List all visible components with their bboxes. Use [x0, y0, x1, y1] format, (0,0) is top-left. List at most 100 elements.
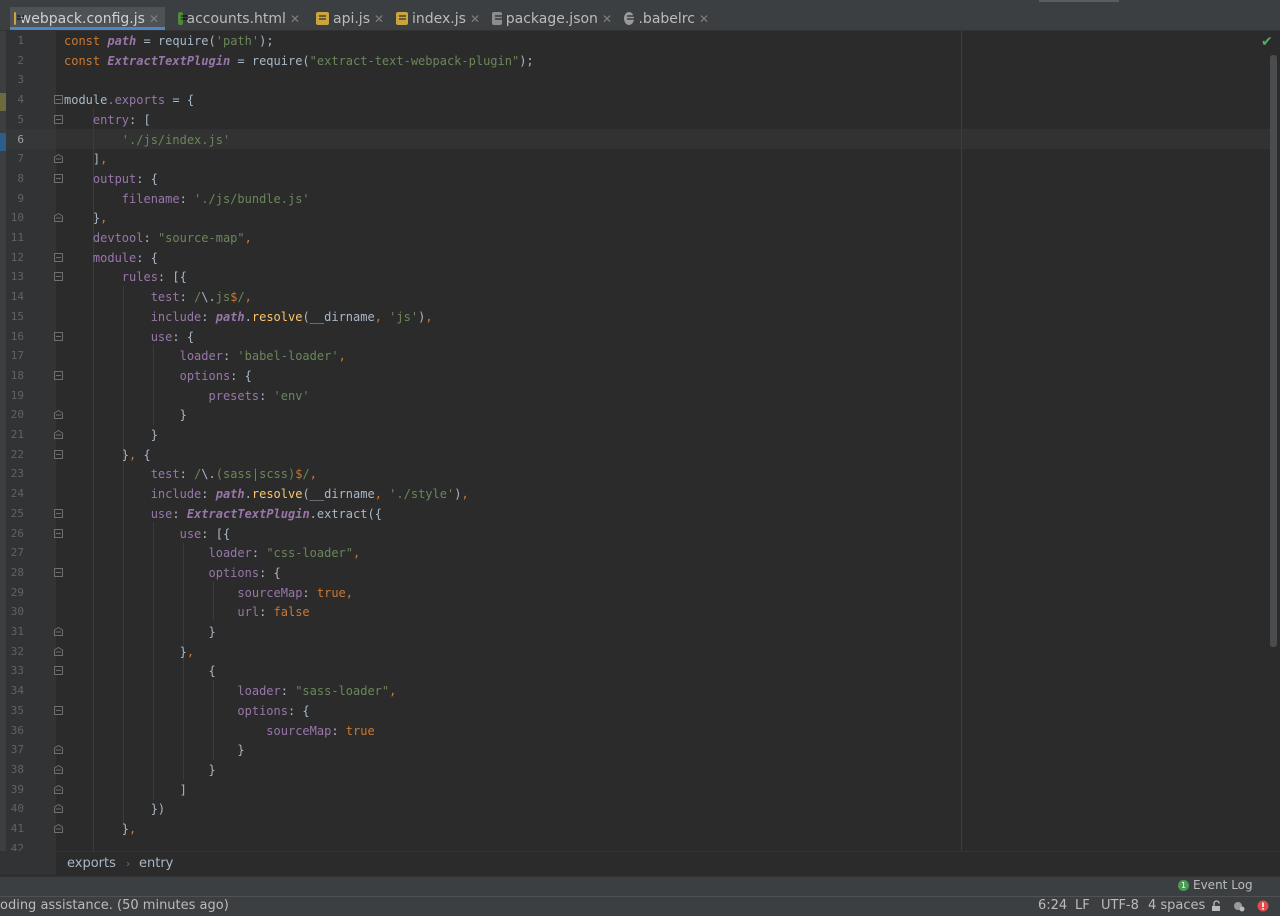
fold-open-icon[interactable]	[54, 370, 63, 380]
tab-babelrc[interactable]: .babelrc ✕	[620, 7, 715, 30]
code-line[interactable]: 18 options: {	[0, 366, 1270, 386]
code-line[interactable]: 41 },	[0, 819, 1270, 839]
fold-open-icon[interactable]	[54, 173, 63, 183]
code-line[interactable]: 8 output: {	[0, 169, 1270, 189]
fold-open-icon[interactable]	[54, 508, 63, 518]
code-text: },	[64, 644, 195, 659]
fold-open-icon[interactable]	[54, 114, 63, 124]
line-number: 6	[17, 132, 24, 146]
breadcrumb-item-entry[interactable]: entry	[139, 852, 173, 876]
code-line[interactable]: 37 }	[0, 740, 1270, 760]
code-line[interactable]: 2 const ExtractTextPlugin = require("extr…	[0, 51, 1270, 71]
code-line[interactable]: 15 include: path.resolve(__dirname, 'js'…	[0, 307, 1270, 327]
code-line[interactable]: 13 rules: [{	[0, 267, 1270, 287]
code-line[interactable]: 38 }	[0, 760, 1270, 780]
tab-webpack-config[interactable]: webpack.config.js ✕	[10, 7, 165, 30]
code-line[interactable]: 39 ]	[0, 780, 1270, 800]
chevron-right-icon: ›	[126, 857, 131, 870]
fold-end-icon[interactable]	[54, 154, 63, 164]
code-line[interactable]: 33 {	[0, 661, 1270, 681]
fold-end-icon[interactable]	[54, 784, 63, 794]
code-line[interactable]: 35 options: {	[0, 701, 1270, 721]
fold-open-icon[interactable]	[54, 666, 63, 676]
fold-end-icon[interactable]	[54, 764, 63, 774]
fold-end-icon[interactable]	[54, 824, 63, 833]
close-icon[interactable]: ✕	[602, 12, 612, 26]
code-line[interactable]: 29 sourceMap: true,	[0, 583, 1270, 603]
code-line[interactable]: 21 }	[0, 425, 1270, 445]
code-line[interactable]: 12 module: {	[0, 248, 1270, 268]
indent-setting[interactable]: 4 spaces	[1148, 898, 1205, 913]
tab-index-js[interactable]: index.js ✕	[392, 7, 486, 30]
close-icon[interactable]: ✕	[699, 12, 709, 26]
fold-end-icon[interactable]	[54, 646, 63, 656]
fold-open-icon[interactable]	[54, 567, 63, 577]
line-number: 11	[10, 231, 24, 244]
unlock-icon[interactable]	[1211, 900, 1223, 912]
fold-end-icon[interactable]	[54, 804, 63, 814]
code-line[interactable]: 32 },	[0, 642, 1270, 662]
fold-open-icon[interactable]	[54, 252, 63, 262]
code-line[interactable]: 27 loader: "css-loader",	[0, 543, 1270, 563]
code-line[interactable]: 34 loader: "sass-loader",	[0, 681, 1270, 701]
caret-position[interactable]: 6:24	[1038, 898, 1067, 913]
fold-end-icon[interactable]	[54, 430, 63, 439]
code-line[interactable]: 28 options: {	[0, 563, 1270, 583]
error-icon[interactable]	[1257, 900, 1269, 912]
code-line[interactable]: 11 devtool: "source-map",	[0, 228, 1270, 248]
fold-open-icon[interactable]	[54, 528, 63, 538]
code-line[interactable]: 3	[0, 70, 1270, 90]
event-log-button[interactable]: 1 Event Log	[1178, 878, 1253, 892]
breadcrumb-gutter	[0, 851, 56, 875]
code-line[interactable]: 19 presets: 'env'	[0, 386, 1270, 406]
line-number: 31	[10, 625, 24, 638]
code-line[interactable]: 1 const path = require('path');	[0, 31, 1270, 51]
code-line[interactable]: 22 }, {	[0, 445, 1270, 465]
fold-end-icon[interactable]	[54, 213, 63, 223]
vertical-scrollbar[interactable]	[1270, 55, 1277, 647]
fold-end-icon[interactable]	[54, 410, 63, 420]
line-number: 19	[10, 388, 24, 402]
code-line[interactable]: 26 use: [{	[0, 524, 1270, 544]
fold-open-icon[interactable]	[54, 449, 63, 459]
fold-end-icon[interactable]	[54, 745, 63, 755]
code-line[interactable]: 20 }	[0, 405, 1270, 425]
code-line[interactable]: 7 ],	[0, 149, 1270, 169]
code-text: {	[64, 664, 216, 679]
tab-accounts-html[interactable]: accounts.html ✕	[174, 7, 306, 30]
close-icon[interactable]: ✕	[470, 12, 480, 26]
fold-open-icon[interactable]	[54, 95, 63, 105]
fold-end-icon[interactable]	[54, 627, 63, 636]
code-line[interactable]: 25 use: ExtractTextPlugin.extract({	[0, 504, 1270, 524]
line-number: 20	[10, 408, 24, 422]
line-number: 23	[10, 467, 24, 481]
line-number: 33	[10, 664, 24, 678]
close-icon[interactable]: ✕	[290, 12, 300, 26]
code-line[interactable]: 6 './js/index.js'	[0, 130, 1270, 150]
code-line[interactable]: 30 url: false	[0, 602, 1270, 622]
code-line[interactable]: 4 module.exports = {	[0, 90, 1270, 110]
tab-package-json[interactable]: package.json ✕	[488, 7, 618, 30]
code-line[interactable]: 24 include: path.resolve(__dirname, './s…	[0, 484, 1270, 504]
code-line[interactable]: 10 },	[0, 208, 1270, 228]
code-line[interactable]: 9 filename: './js/bundle.js'	[0, 189, 1270, 209]
code-line[interactable]: 14 test: /\.js$/,	[0, 287, 1270, 307]
tab-api-js[interactable]: api.js ✕	[312, 7, 392, 30]
code-line[interactable]: 16 use: {	[0, 327, 1270, 347]
fold-open-icon[interactable]	[54, 331, 63, 341]
code-line[interactable]: 40 })	[0, 799, 1270, 819]
code-line[interactable]: 23 test: /\.(sass|scss)$/,	[0, 464, 1270, 484]
code-line[interactable]: 5 entry: [	[0, 110, 1270, 130]
close-icon[interactable]: ✕	[374, 12, 384, 26]
code-line[interactable]: 36 sourceMap: true	[0, 721, 1270, 741]
fold-open-icon[interactable]	[54, 272, 63, 282]
code-line[interactable]: 31 }	[0, 622, 1270, 642]
fold-open-icon[interactable]	[54, 705, 63, 715]
breadcrumb-item-exports[interactable]: exports	[67, 852, 116, 876]
inspector-icon[interactable]	[1233, 900, 1245, 912]
close-icon[interactable]: ✕	[149, 12, 159, 26]
file-encoding[interactable]: UTF-8	[1101, 898, 1139, 913]
status-message[interactable]: oding assistance. (50 minutes ago)	[0, 898, 229, 913]
code-line[interactable]: 17 loader: 'babel-loader',	[0, 346, 1270, 366]
line-separator[interactable]: LF	[1075, 898, 1090, 913]
